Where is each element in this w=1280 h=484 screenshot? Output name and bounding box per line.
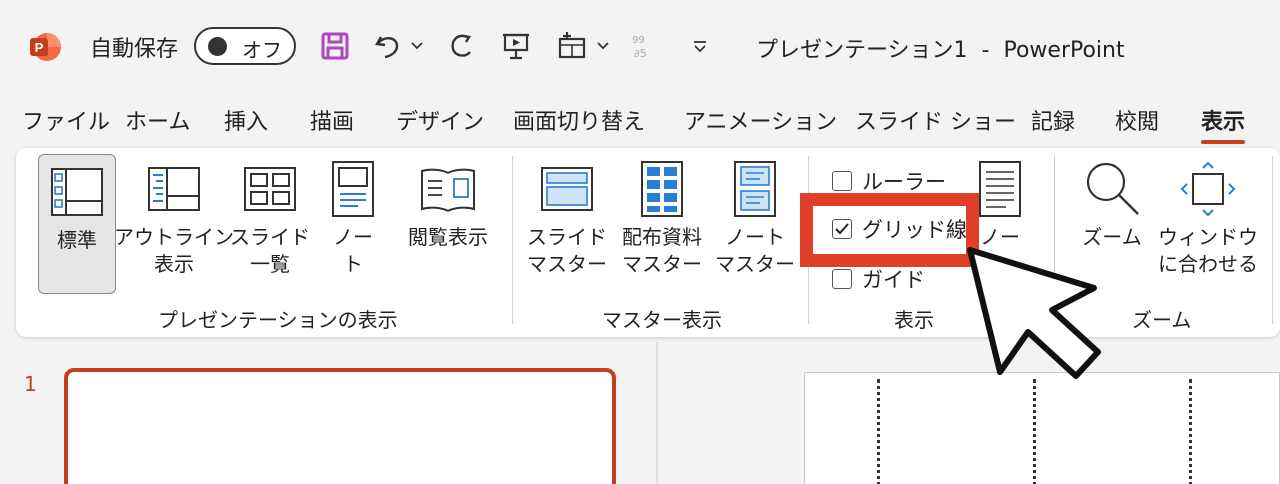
reading-view-icon <box>419 158 477 220</box>
outline-view-button[interactable]: アウトライン 表示 <box>114 158 234 278</box>
undo-dropdown-chevron-icon[interactable] <box>408 27 426 65</box>
guides-checkbox[interactable]: ガイド <box>832 264 925 294</box>
slide-master-label-line1: スライド <box>527 225 607 249</box>
title-bar: P 自動保存 オフ 99 ∂5 プレゼンテーション1 - PowerPoint <box>0 0 1280 90</box>
undo-icon[interactable] <box>372 27 404 65</box>
zoom-button[interactable]: ズーム <box>1074 158 1150 251</box>
tab-review[interactable]: 校閲 <box>1115 104 1159 136</box>
slide-sorter-label-line2: 一覧 <box>250 252 290 276</box>
reading-view-button[interactable]: 閲覧表示 <box>398 158 498 251</box>
guides-checkbox-label: ガイド <box>862 268 925 292</box>
svg-text:∂5: ∂5 <box>634 47 647 60</box>
slide-master-label-line2: マスター <box>527 252 607 276</box>
slide-master-label: スライド マスター <box>527 224 607 278</box>
autosave-state: オフ <box>242 38 282 62</box>
mouse-pointer-icon <box>958 240 1108 389</box>
notes-page-label: ノー ト <box>333 224 373 278</box>
notes-page-label-line2: ト <box>343 252 363 276</box>
tab-insert[interactable]: 挿入 <box>224 104 268 136</box>
outline-view-label: アウトライン 表示 <box>114 224 234 278</box>
tab-slideshow[interactable]: スライド ショー <box>855 104 1016 136</box>
handout-master-icon <box>640 158 684 220</box>
slide-sorter-button[interactable]: スライド 一覧 <box>230 158 310 278</box>
start-slideshow-icon[interactable] <box>500 27 532 65</box>
new-slide-icon[interactable] <box>556 27 590 65</box>
guides-checkbox-box <box>832 269 852 289</box>
notes-button[interactable]: ノー <box>972 158 1028 251</box>
outline-view-label-line1: アウトライン <box>114 225 234 249</box>
autosave-label: 自動保存 <box>90 37 179 62</box>
ruler-checkbox-box <box>832 171 852 191</box>
fit-to-window-icon <box>1179 158 1237 220</box>
svg-text:99: 99 <box>632 35 645 46</box>
normal-view-icon <box>50 161 104 223</box>
notes-page-icon <box>331 158 375 220</box>
master-views-group-label: マスター表示 <box>602 308 722 332</box>
handout-master-button[interactable]: 配布資料 マスター <box>614 158 710 278</box>
handout-master-label-line1: 配布資料 <box>622 225 702 249</box>
notes-master-label: ノート マスター <box>715 224 795 278</box>
slide-sorter-label: スライド 一覧 <box>230 224 310 278</box>
fit-to-window-button[interactable]: ウィンドウ に合わせる <box>1156 158 1260 278</box>
gridline <box>1033 379 1036 484</box>
powerpoint-logo-icon: P <box>28 30 62 64</box>
normal-view-label: 標準 <box>57 228 97 252</box>
customize-toolbar-icon[interactable] <box>690 27 710 65</box>
ribbon-tabs: ファイル ホーム 挿入 描画 デザイン 画面切り替え アニメーション スライド … <box>0 104 1280 144</box>
notes-master-label-line2: マスター <box>715 252 795 276</box>
fit-to-window-label-line1: ウィンドウ <box>1158 225 1258 249</box>
gridlines-highlight-box <box>800 193 979 267</box>
slide-sorter-label-line1: スライド <box>230 225 310 249</box>
zoom-group-label: ズーム <box>1132 308 1192 332</box>
slide-master-button[interactable]: スライド マスター <box>527 158 607 278</box>
tab-design[interactable]: デザイン <box>396 104 484 136</box>
tab-transitions[interactable]: 画面切り替え <box>513 104 645 136</box>
notes-page-label-line1: ノー <box>333 225 373 249</box>
gridline <box>1189 379 1192 484</box>
svg-text:P: P <box>35 40 44 55</box>
notes-icon <box>978 158 1022 220</box>
group-separator <box>512 156 513 324</box>
slide-thumbnail-number: 1 <box>24 372 37 396</box>
slide-master-icon <box>540 158 594 220</box>
group-separator <box>1272 156 1273 324</box>
normal-view-button[interactable]: 標準 <box>38 154 116 294</box>
handout-master-label-line2: マスター <box>622 252 702 276</box>
autosave-toggle[interactable]: オフ <box>194 27 296 65</box>
show-group-label: 表示 <box>894 308 934 332</box>
redo-icon[interactable] <box>446 27 478 65</box>
fit-to-window-label: ウィンドウ に合わせる <box>1158 224 1258 278</box>
notes-master-label-line1: ノート <box>725 225 785 249</box>
magnifier-icon <box>1082 158 1142 220</box>
document-title: プレゼンテーション1 - PowerPoint <box>756 38 1125 63</box>
outline-view-icon <box>147 158 201 220</box>
presentation-views-group-label: プレゼンテーションの表示 <box>158 308 398 332</box>
tab-view[interactable]: 表示 <box>1201 104 1246 144</box>
handout-master-label: 配布資料 マスター <box>622 224 702 278</box>
spelling-icon[interactable]: 99 ∂5 <box>630 27 660 65</box>
tab-home[interactable]: ホーム <box>125 104 190 136</box>
tab-draw[interactable]: 描画 <box>310 104 354 136</box>
toggle-knob <box>208 37 227 56</box>
reading-view-label: 閲覧表示 <box>408 225 488 249</box>
gridline <box>877 379 880 484</box>
tab-animations[interactable]: アニメーション <box>684 104 837 136</box>
notes-master-button[interactable]: ノート マスター <box>715 158 795 278</box>
tab-file[interactable]: ファイル <box>22 104 110 136</box>
notes-master-icon <box>733 158 777 220</box>
ruler-checkbox[interactable]: ルーラー <box>832 166 946 196</box>
pane-divider[interactable] <box>656 342 658 484</box>
fit-to-window-label-line2: に合わせる <box>1158 252 1258 276</box>
outline-view-label-line2: 表示 <box>154 252 194 276</box>
notes-page-button[interactable]: ノー ト <box>318 158 388 278</box>
slide-thumbnail[interactable] <box>64 368 616 484</box>
ruler-checkbox-label: ルーラー <box>862 170 946 194</box>
save-icon[interactable] <box>318 27 352 65</box>
new-slide-dropdown-chevron-icon[interactable] <box>594 27 612 65</box>
tab-record[interactable]: 記録 <box>1031 104 1075 136</box>
slide-sorter-icon <box>243 158 297 220</box>
